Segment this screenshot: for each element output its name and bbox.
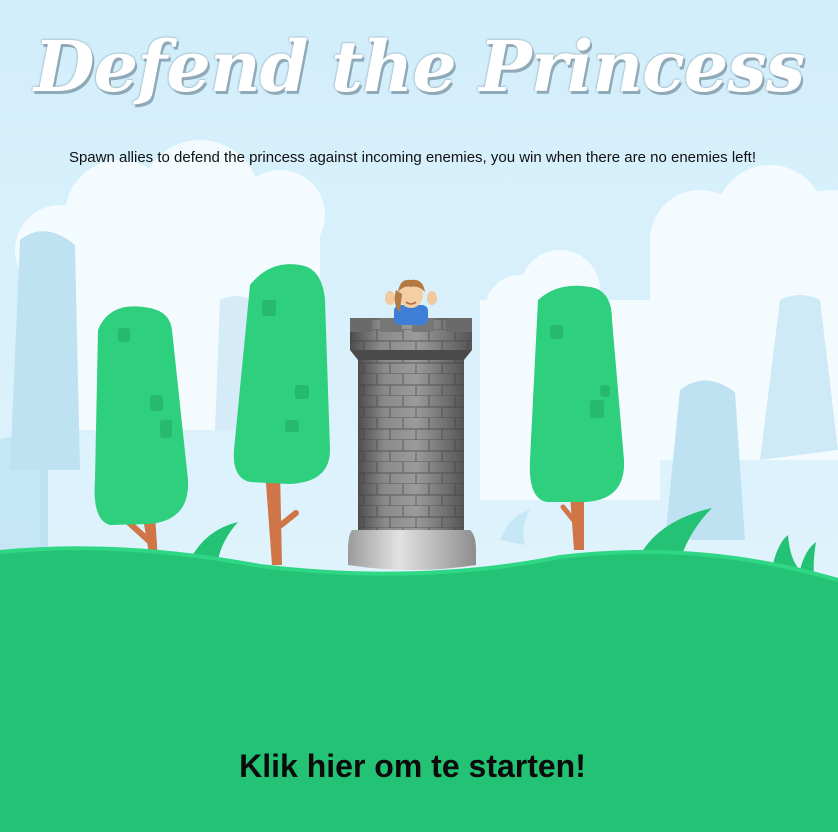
game-description: Spawn allies to defend the princess agai… [68, 149, 757, 166]
tower-icon [348, 318, 476, 570]
game-scene [0, 0, 838, 832]
game-title: Defend the Princess [33, 25, 805, 108]
grass-ground [0, 548, 838, 832]
start-button[interactable]: Klik hier om te starten! [0, 748, 825, 785]
